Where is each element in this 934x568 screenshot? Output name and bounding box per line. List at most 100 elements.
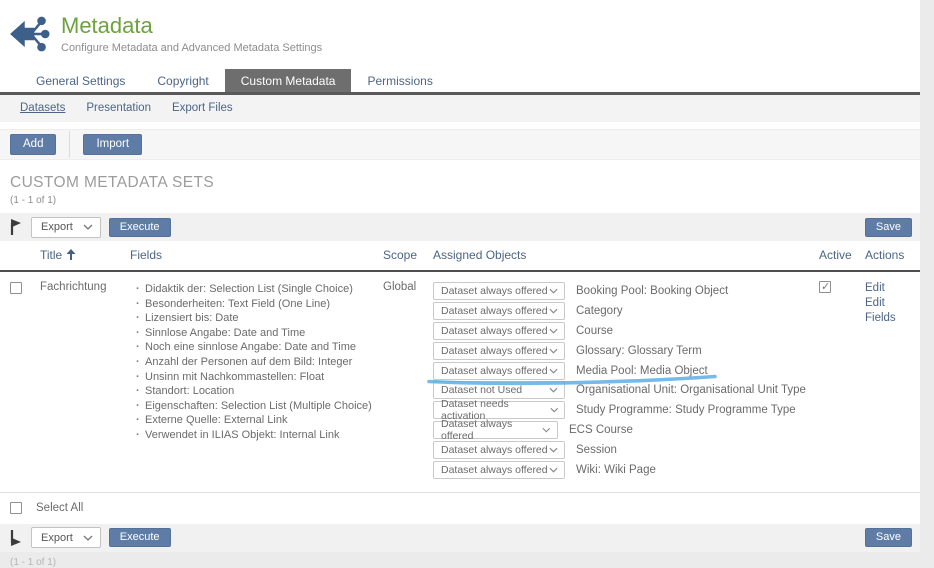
select-all-checkbox[interactable] <box>10 502 22 514</box>
save-button-bottom[interactable]: Save <box>865 528 912 547</box>
assigned-object-row: Dataset always offered ECS Course <box>433 420 819 440</box>
page-subtitle: Configure Metadata and Advanced Metadata… <box>61 42 322 54</box>
sub-tabbar: Datasets Presentation Export Files <box>0 95 920 122</box>
export-select-value: Export <box>41 221 73 233</box>
subtab-datasets[interactable]: Datasets <box>20 102 65 114</box>
command-divider <box>69 131 70 158</box>
assignment-select[interactable]: Dataset always offered <box>433 362 565 380</box>
assigned-object-label: Session <box>576 444 617 456</box>
field-item: Sinnlose Angabe: Date and Time <box>136 326 383 341</box>
chevron-down-icon <box>549 387 558 393</box>
assigned-object-label: Booking Pool: Booking Object <box>576 285 728 297</box>
subtab-presentation[interactable]: Presentation <box>86 102 151 114</box>
select-all-row: Select All <box>0 493 920 524</box>
assignment-select[interactable]: Dataset always offered <box>433 421 558 439</box>
metadata-share-icon <box>9 13 51 55</box>
assignment-select[interactable]: Dataset always offered <box>433 322 565 340</box>
column-header-active: Active <box>819 248 865 262</box>
page-header: Metadata Configure Metadata and Advanced… <box>0 0 920 58</box>
assigned-object-row: Dataset always offered Wiki: Wiki Page <box>433 460 819 480</box>
execute-button-bottom[interactable]: Execute <box>109 528 171 547</box>
chevron-down-icon <box>549 467 558 473</box>
tab-custom-metadata[interactable]: Custom Metadata <box>225 69 352 92</box>
assigned-object-label: Media Pool: Media Object <box>576 365 708 377</box>
column-header-assigned-objects: Assigned Objects <box>433 248 819 262</box>
field-item: Noch eine sinnlose Angabe: Date and Time <box>136 340 383 355</box>
table-row: Fachrichtung Didaktik der: Selection Lis… <box>0 272 920 493</box>
sort-ascending-icon <box>66 249 76 261</box>
assignment-select[interactable]: Dataset always offered <box>433 441 565 459</box>
subtab-export-files[interactable]: Export Files <box>172 102 233 114</box>
assigned-object-label: Course <box>576 325 613 337</box>
column-header-actions: Actions <box>865 248 910 262</box>
chevron-down-icon <box>83 535 93 541</box>
chevron-down-icon <box>550 407 558 413</box>
assigned-object-row: Dataset always offered Session <box>433 440 819 460</box>
assigned-object-row-highlighted: Dataset always offered Media Pool: Media… <box>433 361 819 381</box>
tab-copyright[interactable]: Copyright <box>141 69 224 92</box>
field-item: Besonderheiten: Text Field (One Line) <box>136 297 383 312</box>
assigned-object-row: Dataset always offered Course <box>433 321 819 341</box>
table-toolbar-top: Export Execute Save <box>0 213 920 241</box>
execute-button-top[interactable]: Execute <box>109 218 171 237</box>
assignment-select[interactable]: Dataset not Used <box>433 381 565 399</box>
field-item: Unsinn mit Nachkommastellen: Float <box>136 370 383 385</box>
active-checkbox[interactable] <box>819 281 831 293</box>
chevron-down-icon <box>549 368 558 374</box>
select-all-label: Select All <box>36 502 83 514</box>
chevron-down-icon <box>549 348 558 354</box>
result-count: (1 - 1 of 1) <box>10 195 910 206</box>
chevron-down-icon <box>549 447 558 453</box>
chevron-down-icon <box>83 224 93 230</box>
main-tabbar: General Settings Copyright Custom Metada… <box>0 69 920 95</box>
column-header-scope: Scope <box>383 248 433 262</box>
assignment-select[interactable]: Dataset always offered <box>433 302 565 320</box>
metadata-admin-page: Metadata Configure Metadata and Advanced… <box>0 0 920 540</box>
assigned-object-row: Dataset always offered Category <box>433 301 819 321</box>
assigned-object-label: Glossary: Glossary Term <box>576 345 702 357</box>
row-title: Fachrichtung <box>40 281 130 293</box>
field-item: Anzahl der Personen auf dem Bild: Intege… <box>136 355 383 370</box>
fields-list: Didaktik der: Selection List (Single Cho… <box>130 282 383 443</box>
export-select[interactable]: Export <box>31 217 101 238</box>
chevron-down-icon <box>542 427 551 433</box>
assignment-select[interactable]: Dataset always offered <box>433 461 565 479</box>
chevron-down-icon <box>549 288 558 294</box>
table-toolbar-bottom: Export Execute Save <box>0 524 920 552</box>
assigned-object-row: Dataset always offered Booking Pool: Boo… <box>433 281 819 301</box>
field-item: Standort: Location <box>136 384 383 399</box>
field-item: Eigenschaften: Selection List (Multiple … <box>136 399 383 414</box>
assigned-object-label: ECS Course <box>569 424 633 436</box>
edit-fields-link[interactable]: Edit Fields <box>865 296 910 326</box>
edit-link[interactable]: Edit <box>865 281 910 296</box>
command-bar: Add Import <box>0 129 920 160</box>
assignment-select[interactable]: Dataset always offered <box>433 282 565 300</box>
row-select-checkbox[interactable] <box>10 282 22 294</box>
assignment-select[interactable]: Dataset needs activation <box>433 401 565 419</box>
field-item: Lizensiert bis: Date <box>136 311 383 326</box>
result-count-bottom: (1 - 1 of 1) <box>0 552 920 568</box>
add-button[interactable]: Add <box>10 134 56 155</box>
field-item: Didaktik der: Selection List (Single Cho… <box>136 282 383 297</box>
page-title: Metadata <box>61 14 322 38</box>
save-button-top[interactable]: Save <box>865 218 912 237</box>
assigned-object-label: Category <box>576 305 623 317</box>
assigned-objects-column: Dataset always offered Booking Pool: Boo… <box>433 281 819 480</box>
tab-general-settings[interactable]: General Settings <box>20 69 141 92</box>
column-header-title[interactable]: Title <box>40 248 76 262</box>
section-header: CUSTOM METADATA SETS (1 - 1 of 1) <box>0 160 920 206</box>
assigned-object-label: Study Programme: Study Programme Type <box>576 404 796 416</box>
apply-to-selection-down-icon <box>9 529 23 547</box>
section-title: CUSTOM METADATA SETS <box>10 174 910 192</box>
apply-to-selection-up-icon <box>9 218 23 236</box>
field-item: Verwendet in ILIAS Objekt: Internal Link <box>136 428 383 443</box>
assigned-object-label: Wiki: Wiki Page <box>576 464 656 476</box>
row-scope: Global <box>383 281 433 293</box>
import-button[interactable]: Import <box>83 134 142 155</box>
assigned-object-row: Dataset always offered Glossary: Glossar… <box>433 341 819 361</box>
field-item: Externe Quelle: External Link <box>136 413 383 428</box>
assignment-select[interactable]: Dataset always offered <box>433 342 565 360</box>
export-select-value: Export <box>41 532 73 544</box>
tab-permissions[interactable]: Permissions <box>351 69 448 92</box>
chevron-down-icon <box>549 308 558 314</box>
